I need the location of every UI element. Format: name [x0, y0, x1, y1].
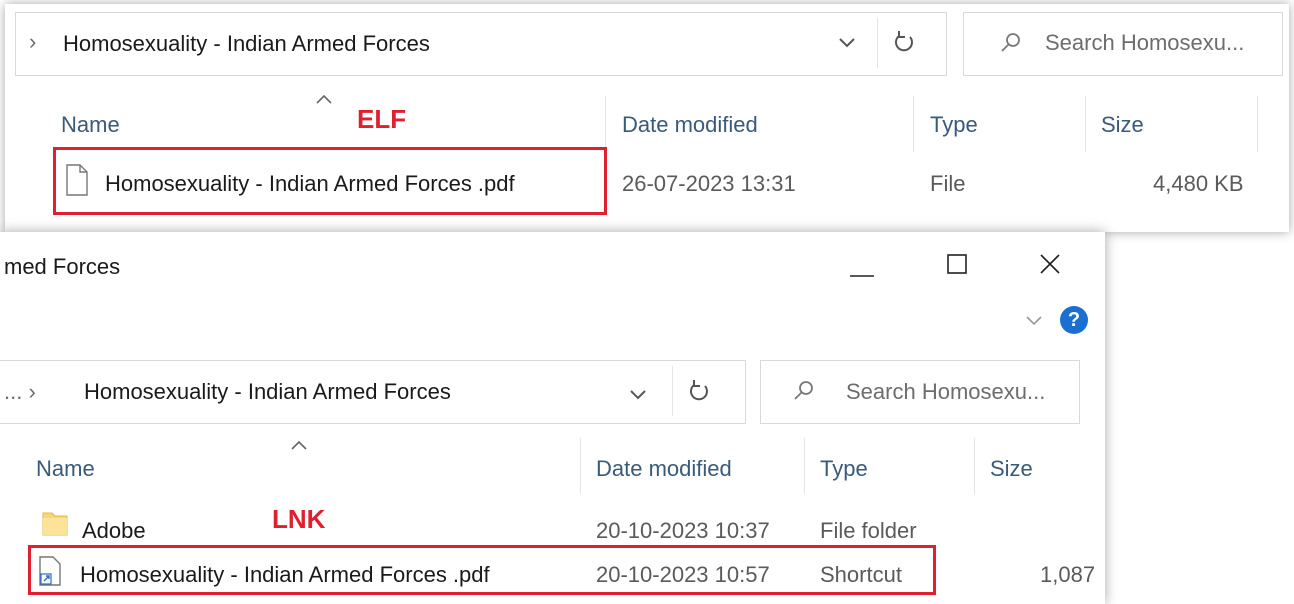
- search-input[interactable]: Search Homosexu...: [846, 379, 1045, 405]
- folder-type: File folder: [820, 518, 917, 543]
- explorer-window-front: med Forces ? ... › Homosexuality - India…: [0, 232, 1105, 604]
- search-input[interactable]: Search Homosexu...: [1045, 30, 1244, 56]
- breadcrumb-chevron: ›: [29, 29, 37, 54]
- column-header-date-modified[interactable]: Date modified: [622, 112, 758, 138]
- breadcrumb-prefix[interactable]: ... ›: [4, 379, 36, 405]
- search-icon: [792, 378, 816, 402]
- highlight-box-lnk: [28, 545, 936, 595]
- chevron-down-icon[interactable]: [626, 382, 650, 406]
- refresh-icon[interactable]: [891, 29, 917, 55]
- sort-ascending-icon: [290, 438, 308, 450]
- shortcut-size: 1,087: [1040, 562, 1096, 587]
- window-title: med Forces: [4, 254, 121, 279]
- column-header-size[interactable]: Size: [1101, 112, 1144, 138]
- file-type: File: [930, 171, 966, 196]
- address-path[interactable]: Homosexuality - Indian Armed Forces: [84, 379, 451, 405]
- folder-name[interactable]: Adobe: [82, 518, 146, 544]
- explorer-window-back: › Homosexuality - Indian Armed Forces Se…: [5, 4, 1289, 232]
- folder-icon: [42, 510, 68, 536]
- highlight-box-elf: [53, 147, 607, 215]
- search-icon: [999, 30, 1023, 54]
- annotation-elf: ELF: [357, 104, 407, 134]
- column-header-size[interactable]: Size: [990, 456, 1033, 482]
- minimize-icon[interactable]: [847, 252, 877, 282]
- column-header-date-modified[interactable]: Date modified: [596, 456, 732, 482]
- column-header-type[interactable]: Type: [820, 456, 868, 482]
- chevron-down-icon[interactable]: [835, 30, 859, 54]
- sort-ascending-icon: [315, 92, 333, 104]
- folder-date-modified: 20-10-2023 10:37: [596, 518, 770, 543]
- file-date-modified: 26-07-2023 13:31: [622, 171, 796, 196]
- column-header-type[interactable]: Type: [930, 112, 978, 138]
- address-path[interactable]: Homosexuality - Indian Armed Forces: [63, 31, 430, 57]
- maximize-icon[interactable]: [943, 250, 971, 278]
- help-icon[interactable]: ?: [1060, 306, 1088, 334]
- file-size: 4,480 KB: [1153, 171, 1244, 196]
- column-header-name[interactable]: Name: [61, 112, 120, 138]
- ribbon-expand-chevron-icon[interactable]: [1024, 312, 1044, 328]
- annotation-lnk: LNK: [272, 504, 326, 534]
- close-icon[interactable]: [1036, 250, 1064, 278]
- refresh-icon[interactable]: [686, 378, 712, 404]
- column-header-name[interactable]: Name: [36, 456, 95, 482]
